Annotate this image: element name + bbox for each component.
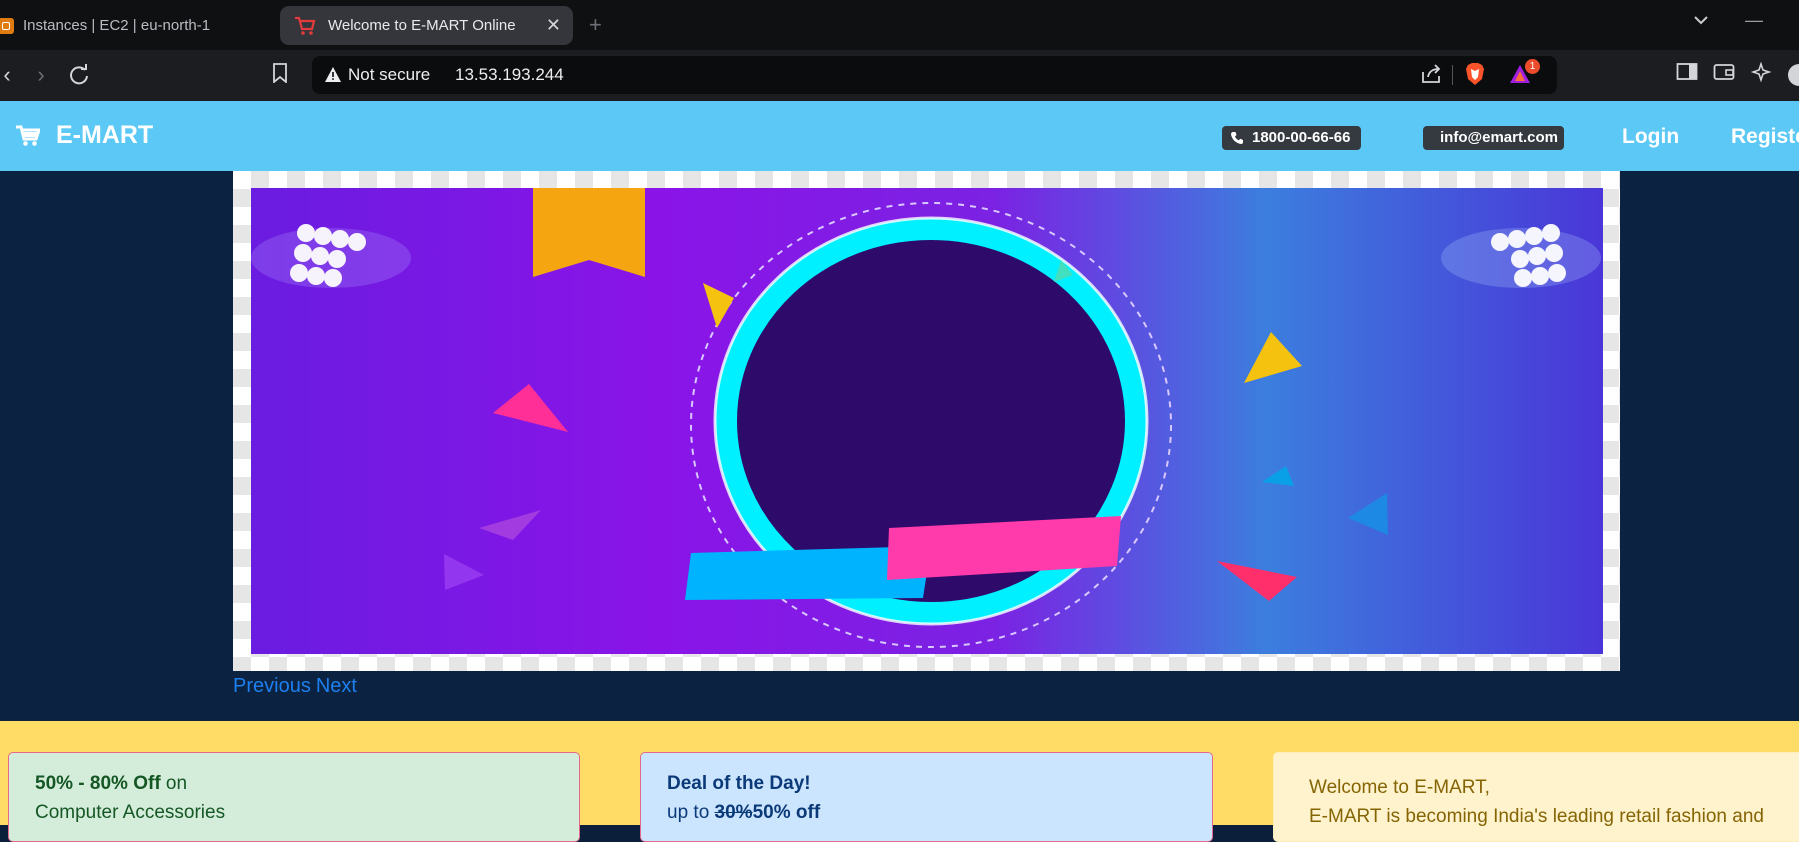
banner-image [251,188,1603,654]
welcome-text: E-MART is becoming India's leading retai… [1309,806,1764,827]
tab-title: Instances | EC2 | eu-north-1 [23,17,211,34]
offer-discount: 50% - 80% Off [35,773,161,794]
tab-ec2-instances[interactable]: Instances | EC2 | eu-north-1 [0,6,275,45]
back-icon[interactable]: ‹ [0,60,22,90]
security-status[interactable]: Not secure [348,65,430,85]
leo-ai-icon[interactable] [1751,62,1773,84]
phone-badge: 1800-00-66-66 [1222,126,1361,150]
brand-name: E-MART [56,121,154,149]
cart-icon [295,16,316,35]
register-link[interactable]: Registe [1731,125,1799,149]
deal-title: Deal of the Day! [667,773,811,794]
sale-banner-graphic [251,188,1601,648]
phone-number: 1800-00-66-66 [1252,129,1351,146]
offer-category: Computer Accessories [35,802,226,823]
warning-icon [325,67,341,82]
profile-avatar[interactable] [1788,64,1799,86]
address-bar[interactable]: Not secure 13.53.193.244 1 [312,56,1557,94]
close-tab-icon[interactable]: ✕ [546,15,561,36]
rewards-badge: 1 [1525,59,1540,74]
deal-old-discount: 30% [714,802,753,823]
tab-title: Welcome to E-MART Online [328,17,516,34]
shopping-cart-icon [16,125,40,146]
brave-shields-icon[interactable] [1465,63,1485,86]
forward-icon[interactable]: › [26,60,56,90]
carousel [233,171,1620,671]
carousel-next-link[interactable]: Next [316,675,357,697]
login-link[interactable]: Login [1622,125,1679,149]
offer-on: on [160,773,188,794]
chevron-down-icon[interactable] [1693,12,1709,28]
separator [1452,65,1453,85]
sidebar-icon[interactable] [1676,62,1698,82]
bookmark-icon[interactable] [272,63,288,83]
hero-section: Previous Next [0,171,1799,721]
email-address: info@emart.com [1440,129,1558,146]
deal-prefix: up to [667,802,715,823]
features-section: 50% - 80% Off on Computer Accessories De… [0,721,1799,842]
site-navbar: E-MART 1800-00-66-66 info@emart.com Logi… [0,101,1799,171]
aws-ec2-icon [0,17,14,34]
browser-tab-bar: Instances | EC2 | eu-north-1 Welcome to … [0,0,1799,50]
browser-toolbar: ‹ › Not secure 13.53.193.244 1 [0,50,1799,101]
carousel-previous-link[interactable]: Previous [233,675,311,697]
wallet-icon[interactable] [1713,62,1735,82]
offer-card-accessories[interactable]: 50% - 80% Off on Computer Accessories [8,752,580,842]
welcome-card: Welcome to E-MART, E-MART is becoming In… [1273,752,1799,842]
deal-of-day-card[interactable]: Deal of the Day! up to 30%50% off [640,752,1213,842]
carousel-controls: Previous Next [233,675,362,698]
new-tab-icon[interactable]: + [589,12,602,38]
reload-icon[interactable] [64,60,94,90]
phone-icon [1231,132,1243,144]
brand-logo[interactable]: E-MART [16,121,153,150]
url-text[interactable]: 13.53.193.244 [455,65,564,85]
tab-emart[interactable]: Welcome to E-MART Online ✕ [280,6,573,45]
email-badge: info@emart.com [1423,126,1564,150]
share-icon[interactable] [1420,64,1442,84]
welcome-heading: Welcome to E-MART, [1309,777,1490,798]
deal-new-discount: 50% off [752,802,821,823]
minimize-icon[interactable]: — [1745,10,1763,31]
